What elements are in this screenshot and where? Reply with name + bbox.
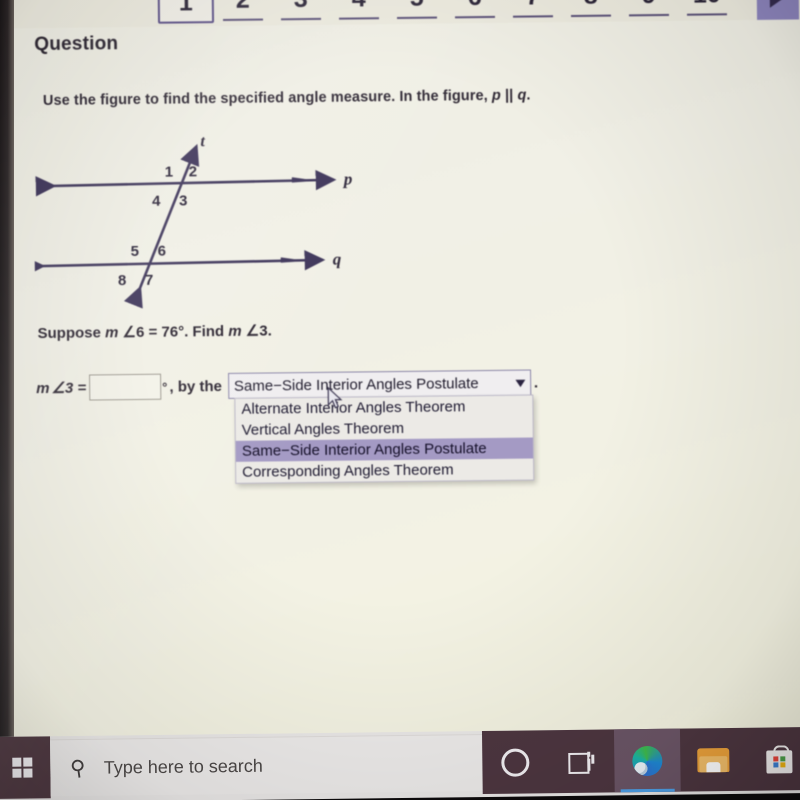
answer-m-symbol: m (36, 379, 50, 397)
file-explorer-icon[interactable] (680, 728, 747, 792)
geometry-figure: p q t 1 2 4 3 5 6 8 7 (24, 122, 385, 316)
task-view-icon[interactable] (548, 729, 615, 793)
chevron-down-icon: ▾ (516, 374, 526, 390)
question-number-2[interactable]: 2 (214, 0, 272, 23)
question-number-label: 5 (410, 0, 424, 12)
angle-label-8: 8 (118, 272, 127, 289)
question-number-7[interactable]: 7 (504, 0, 562, 20)
underline (628, 13, 670, 17)
microsoft-edge-icon[interactable] (613, 728, 681, 793)
underline (512, 15, 554, 18)
angle-label-5: 5 (131, 243, 140, 260)
line-p-arrow-mark (291, 177, 307, 183)
angle-label-1: 1 (165, 164, 174, 181)
question-number-list: 1 2 3 4 5 6 (157, 0, 736, 24)
question-number-nav: 1 2 3 4 5 6 (0, 0, 800, 29)
parallel-lines-diagram: p q t 1 2 4 3 5 6 8 7 (24, 133, 353, 309)
line-p-name: p (491, 87, 501, 104)
next-question-button[interactable] (756, 0, 800, 20)
label-t: t (200, 133, 205, 150)
question-number-label: 2 (236, 0, 250, 14)
angle-3-target: ∠3. (241, 322, 272, 340)
microsoft-store-icon[interactable] (746, 727, 800, 791)
question-prompt: Use the figure to find the specified ang… (43, 88, 531, 110)
question-number-8[interactable]: 8 (562, 0, 620, 19)
triangle-right-icon (769, 0, 786, 8)
question-number-6[interactable]: 6 (446, 0, 504, 20)
answer-label: ∠3 = (51, 379, 87, 397)
angle-label-6: 6 (158, 243, 167, 260)
m-symbol: m (228, 322, 242, 340)
underline (223, 18, 264, 21)
angle-label-4: 4 (152, 193, 161, 210)
question-number-label: 8 (584, 0, 598, 10)
angle-label-2: 2 (189, 163, 198, 180)
question-number-3[interactable]: 3 (272, 0, 330, 22)
question-number-10[interactable]: 10 (678, 0, 736, 18)
prompt-period: . (526, 87, 531, 104)
line-q-arrow-mark (280, 257, 295, 263)
question-number-label: 7 (526, 0, 540, 11)
taskbar-icon-group (481, 726, 800, 795)
windows-taskbar: ⚲ Type here to search (0, 726, 800, 800)
prompt-text: Use the figure to find the specified ang… (42, 87, 493, 110)
dropdown-option-corresponding-angles[interactable]: Corresponding Angles Theorem (236, 458, 533, 482)
line-q-name: q (517, 87, 527, 104)
underline (396, 16, 438, 20)
underline (686, 13, 727, 16)
question-number-label: 9 (642, 0, 656, 9)
parallel-symbol: || (500, 87, 518, 104)
angle-measure-input[interactable] (89, 373, 162, 401)
find-text: Find (188, 322, 229, 341)
underline (281, 17, 322, 21)
label-q: q (333, 250, 342, 269)
laptop-screen: 1 2 3 4 5 6 (0, 0, 800, 755)
screen-bezel-left (0, 0, 14, 742)
theorem-dropdown-list: Alternate Interior Angles Theorem Vertic… (234, 394, 535, 484)
cortana-icon[interactable] (482, 730, 549, 794)
m-symbol: m (104, 324, 119, 342)
screen-photo: 1 2 3 4 5 6 (0, 0, 800, 800)
question-number-label: 4 (352, 0, 366, 13)
label-p: p (342, 170, 353, 189)
suppose-prefix: Suppose (37, 324, 106, 343)
angle-label-3: 3 (179, 192, 188, 209)
theorem-select-value: Same−Side Interior Angles Postulate (233, 374, 479, 395)
suppose-statement: Suppose m ∠6 = 76°. Find m ∠3. (37, 321, 271, 342)
degree-symbol: ° (162, 379, 168, 395)
question-number-label: 3 (294, 0, 308, 13)
underline (454, 15, 496, 19)
question-number-1[interactable]: 1 (157, 0, 215, 24)
search-placeholder-label: Type here to search (103, 755, 263, 778)
question-number-9[interactable]: 9 (620, 0, 678, 18)
windows-logo-icon (12, 757, 33, 779)
angle-label-7: 7 (145, 272, 154, 289)
by-the-text: , by the (169, 377, 223, 396)
question-number-label: 6 (468, 0, 482, 11)
underline (338, 17, 380, 20)
start-button[interactable] (0, 736, 51, 799)
question-number-label: 1 (178, 0, 193, 17)
angle-6-value: ∠6 = 76°. (118, 323, 189, 342)
question-number-4[interactable]: 4 (330, 0, 388, 22)
underline (570, 14, 612, 18)
trailing-period: . (533, 373, 539, 391)
search-icon: ⚲ (68, 755, 88, 781)
question-number-5[interactable]: 5 (388, 0, 446, 21)
page-title: Question (34, 33, 119, 56)
question-number-label: 10 (693, 0, 721, 9)
